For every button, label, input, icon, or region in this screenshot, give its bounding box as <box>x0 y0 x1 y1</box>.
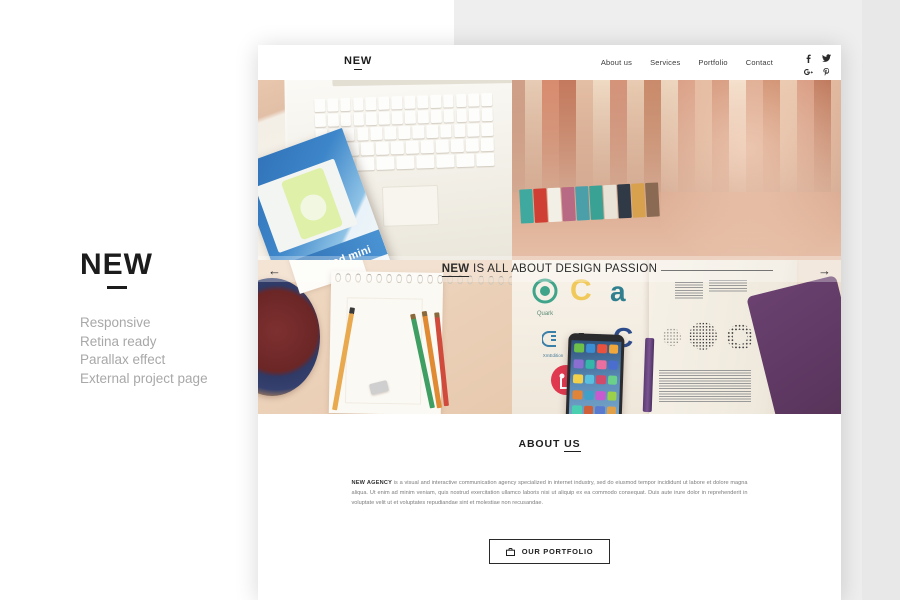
notepad-spiral <box>335 273 512 286</box>
smartphone <box>565 333 625 414</box>
halftone-circle-ring <box>727 324 753 350</box>
google-plus-icon[interactable] <box>803 68 813 76</box>
nav-item-about-us[interactable]: About us <box>601 58 632 67</box>
pinterest-icon[interactable] <box>822 67 830 77</box>
our-portfolio-button-label: OUR PORTFOLIO <box>521 547 594 556</box>
our-portfolio-button[interactable]: OUR PORTFOLIO <box>488 539 611 564</box>
hero-next-arrow-icon[interactable]: → <box>818 264 831 277</box>
c-logo-mark: C <box>570 274 592 307</box>
about-section-title: ABOUT US <box>258 438 841 452</box>
twitter-icon[interactable] <box>821 54 831 62</box>
about-lead: NEW AGENCY <box>351 480 393 486</box>
book-text-block-top <box>675 282 703 300</box>
decorative-plate <box>258 278 320 396</box>
backdrop-panel-edge <box>862 0 900 600</box>
social-links <box>799 51 835 79</box>
hero-slider: iPod & iPod mini <box>258 80 841 414</box>
a-logo-mark: a <box>610 276 626 307</box>
book-text-block-top-right <box>709 280 747 292</box>
about-section: ABOUT US NEW AGENCY is a visual and inte… <box>258 414 841 564</box>
quark-logo-mark: Quark <box>530 278 560 317</box>
nav-item-portfolio[interactable]: Portfolio <box>698 58 727 67</box>
portfolio-button-wrap: OUR PORTFOLIO <box>258 539 841 564</box>
promo-logo: NEW <box>80 248 153 289</box>
book-rule-line <box>661 270 773 272</box>
screenshot-root: NEW Responsive Retina ready Parallax eff… <box>0 0 900 600</box>
hero-tile-logo-book: Quark C a XmEdition I C <box>512 260 841 414</box>
site-logo[interactable]: NEW <box>344 55 372 70</box>
site-nav: About us Services Portfolio Contact <box>601 58 773 67</box>
about-title-plain: ABOUT <box>518 438 565 450</box>
briefcase-icon <box>505 547 515 556</box>
smartphone-screen <box>568 340 622 414</box>
xm-edition-logo-mark: XmEdition <box>541 330 564 358</box>
light-bokeh <box>661 80 841 260</box>
book-text-columns <box>659 370 751 404</box>
hero-tile-book-spines <box>512 80 841 260</box>
hero-image-grid: iPod & iPod mini <box>258 80 841 414</box>
nav-item-contact[interactable]: Contact <box>746 58 773 67</box>
nav-item-services[interactable]: Services <box>650 58 680 67</box>
site-preview-card: NEW About us Services Portfolio Contact <box>258 45 841 600</box>
site-header: NEW About us Services Portfolio Contact <box>258 45 841 80</box>
about-paragraph: NEW AGENCY is a visual and interactive c… <box>352 478 748 508</box>
stacked-books <box>519 182 660 224</box>
hero-prev-arrow-icon[interactable]: ← <box>268 264 281 277</box>
about-body: is a visual and interactive communicatio… <box>351 480 748 506</box>
hero-tile-notepad-pencils <box>258 260 512 414</box>
halftone-circle-small <box>663 328 681 346</box>
facebook-icon[interactable] <box>806 54 811 63</box>
halftone-circle-dense <box>689 322 717 350</box>
hero-tile-laptop-ipod-book: iPod & iPod mini <box>258 80 512 260</box>
laptop-hinge <box>332 80 512 87</box>
laptop-trackpad <box>381 184 440 227</box>
about-title-underlined: US <box>564 438 581 452</box>
